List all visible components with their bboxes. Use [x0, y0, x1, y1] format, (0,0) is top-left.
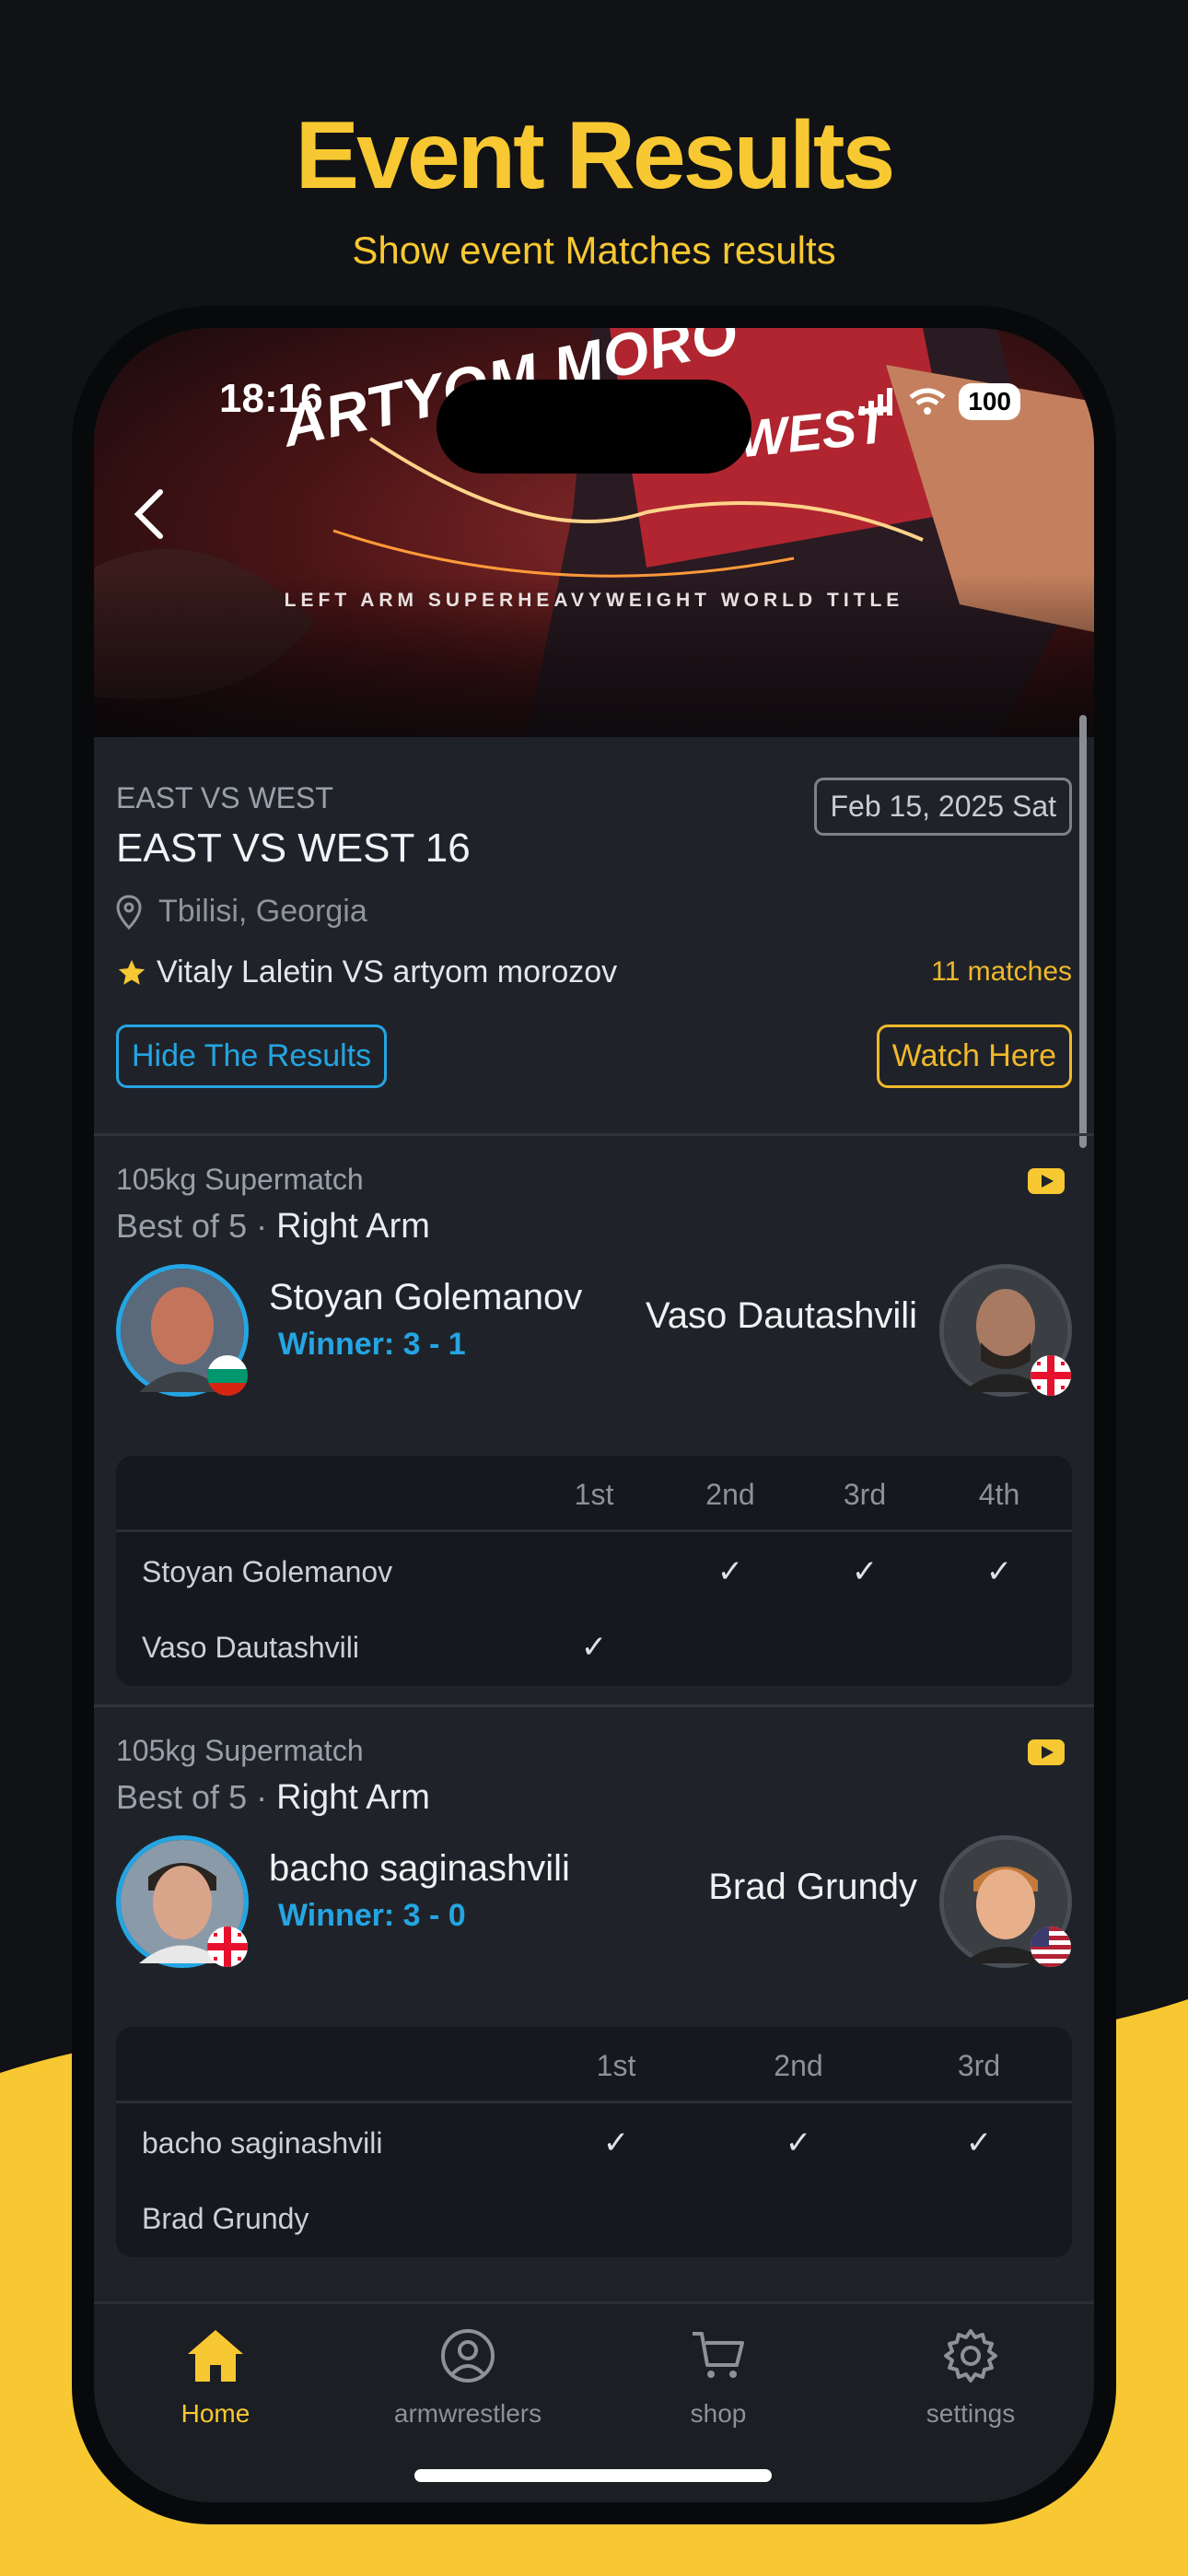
tab-shop[interactable]: shop — [626, 2326, 810, 2429]
fighter-name: Stoyan Golemanov — [269, 1277, 583, 1317]
check-mark: ✓ — [716, 1554, 744, 1589]
check-mark: ✓ — [580, 1630, 608, 1665]
hide-results-button[interactable]: Hide The Results — [116, 1025, 388, 1088]
match-arm: Right Arm — [276, 1778, 430, 1817]
fighter-name: Brad Grundy — [708, 1867, 917, 1907]
wifi-icon — [909, 388, 946, 415]
event-date-chip: Feb 15, 2025 Sat — [814, 778, 1072, 836]
table-row-name: bacho saginashvili — [142, 2126, 383, 2160]
app-screen: ARTYOM MORO WEST LEFT ARM SUPERHEAVYWEIG… — [94, 328, 1094, 2502]
star-icon — [118, 959, 146, 985]
match-category: 105kg Supermatch — [116, 1734, 364, 1767]
tab-home[interactable]: Home — [123, 2326, 308, 2429]
avatar[interactable] — [116, 1264, 249, 1397]
user-circle-icon — [441, 2329, 495, 2383]
check-mark: ✓ — [985, 1554, 1013, 1589]
winner-result: Winner: 3 - 1 — [278, 1327, 466, 1362]
gear-icon — [944, 2329, 997, 2383]
round-header: 3rd — [957, 2049, 1001, 2082]
divider — [94, 1133, 1094, 1136]
flag-georgia-icon — [1031, 1355, 1071, 1396]
table-row-name: Brad Grundy — [142, 2202, 309, 2235]
event-banner: ARTYOM MORO WEST LEFT ARM SUPERHEAVYWEIG… — [94, 328, 1094, 737]
round-header: 1st — [596, 2049, 636, 2082]
event-location: Tbilisi, Georgia — [116, 894, 367, 930]
tab-label: armwrestlers — [393, 2399, 542, 2428]
tab-label: Home — [181, 2399, 250, 2428]
match-format: Best of 5 · Right Arm — [116, 1778, 430, 1818]
headline-text: Vitaly Laletin VS artyom morozov — [157, 954, 618, 989]
flag-usa-icon — [1031, 1926, 1071, 1967]
scrollbar[interactable] — [1079, 715, 1087, 1148]
back-button[interactable] — [112, 485, 186, 558]
check-mark: ✓ — [602, 2125, 630, 2160]
round-header: 3rd — [843, 1478, 887, 1511]
check-mark: ✓ — [965, 2125, 993, 2160]
event-title: EAST VS WEST 16 — [116, 825, 471, 871]
match-arm: Right Arm — [276, 1207, 430, 1246]
status-time: 18:16 — [219, 376, 323, 421]
youtube-icon[interactable] — [1028, 1739, 1065, 1765]
check-mark: ✓ — [785, 2125, 812, 2160]
location-text: Tbilisi, Georgia — [158, 894, 367, 929]
round-header: 1st — [574, 1478, 614, 1511]
tab-label: shop — [690, 2399, 747, 2428]
fighter-name: bacho saginashvili — [269, 1848, 570, 1889]
home-icon — [188, 2330, 243, 2382]
battery-icon: 100 — [959, 383, 1020, 420]
divider — [94, 1704, 1094, 1707]
winner-result: Winner: 3 - 0 — [278, 1898, 466, 1933]
event-overline: EAST VS WEST — [116, 781, 333, 814]
promo-subtitle: Show event Matches results — [352, 228, 836, 272]
promo-title: Event Results — [295, 102, 896, 209]
location-pin-icon — [116, 894, 142, 930]
flag-bulgaria-icon — [207, 1355, 248, 1396]
signal-icon — [859, 388, 893, 416]
round-header: 2nd — [705, 1478, 755, 1511]
match-format: Best of 5 · Right Arm — [116, 1207, 430, 1247]
banner-caption: LEFT ARM SUPERHEAVYWEIGHT WORLD TITLE — [284, 590, 904, 611]
check-mark: ✓ — [851, 1554, 879, 1589]
dynamic-island — [437, 380, 751, 474]
home-indicator[interactable] — [414, 2469, 772, 2482]
avatar[interactable] — [939, 1835, 1072, 1968]
avatar[interactable] — [939, 1264, 1072, 1397]
tab-label: settings — [926, 2399, 1016, 2428]
match-format-text: Best of 5 · — [116, 1207, 268, 1245]
cart-icon — [693, 2332, 744, 2378]
watch-here-button[interactable]: Watch Here — [876, 1025, 1072, 1088]
chevron-left-icon — [134, 489, 163, 539]
fighter-name: Vaso Dautashvili — [646, 1295, 917, 1336]
rounds-table: 1st 2nd 3rd 4th Stoyan Golemanov ✓ ✓ ✓ V… — [116, 1456, 1072, 1686]
status-icons: 100 — [859, 383, 1020, 420]
main-event-headline: Vitaly Laletin VS artyom morozov — [116, 954, 617, 990]
table-row-name: Stoyan Golemanov — [142, 1555, 393, 1588]
table-row-name: Vaso Dautashvili — [142, 1631, 359, 1664]
avatar[interactable] — [116, 1835, 249, 1968]
match-count: 11 matches — [931, 956, 1072, 987]
tab-settings[interactable]: settings — [879, 2326, 1063, 2429]
match-category: 105kg Supermatch — [116, 1163, 364, 1196]
tab-armwrestlers[interactable]: armwrestlers — [376, 2326, 560, 2429]
flag-georgia-icon — [207, 1926, 248, 1967]
round-header: 4th — [978, 1478, 1020, 1511]
youtube-icon[interactable] — [1028, 1168, 1065, 1194]
match-format-text: Best of 5 · — [116, 1778, 268, 1816]
rounds-table: 1st 2nd 3rd bacho saginashvili ✓ ✓ ✓ Bra… — [116, 2027, 1072, 2257]
round-header: 2nd — [774, 2049, 823, 2082]
